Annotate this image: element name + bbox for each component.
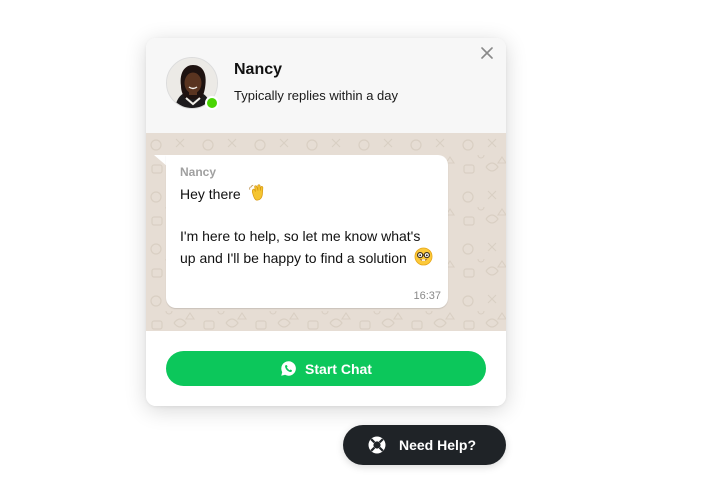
avatar: [166, 57, 219, 110]
chat-widget: Nancy Typically replies within a day Nan…: [146, 38, 506, 406]
close-button[interactable]: [477, 43, 497, 63]
start-chat-label: Start Chat: [305, 360, 372, 377]
agent-status: Typically replies within a day: [234, 88, 399, 103]
chat-area: Nancy Hey there I'm here to help, so let…: [146, 133, 506, 331]
widget-header: Nancy Typically replies within a day: [146, 38, 506, 133]
message-line-help: I'm here to help, so let me know what's …: [180, 228, 421, 266]
need-help-button[interactable]: Need Help?: [343, 425, 506, 465]
need-help-label: Need Help?: [399, 437, 477, 453]
online-status-dot: [205, 96, 219, 110]
message-text: Hey there I'm here to help, so let me kn…: [180, 183, 436, 271]
message-time: 16:37: [413, 290, 441, 302]
message-author: Nancy: [180, 165, 217, 179]
start-chat-button[interactable]: Start Chat: [166, 351, 486, 386]
message-line-greeting: Hey there: [180, 186, 241, 202]
close-icon: [481, 47, 493, 59]
widget-footer: Start Chat: [146, 331, 506, 406]
message-bubble: Nancy Hey there I'm here to help, so let…: [166, 155, 448, 308]
waving-hand-icon: [248, 183, 267, 208]
lifebuoy-icon: [367, 435, 387, 455]
agent-name: Nancy: [234, 61, 283, 78]
whatsapp-icon: [280, 360, 297, 377]
nerd-face-icon: [414, 247, 433, 272]
